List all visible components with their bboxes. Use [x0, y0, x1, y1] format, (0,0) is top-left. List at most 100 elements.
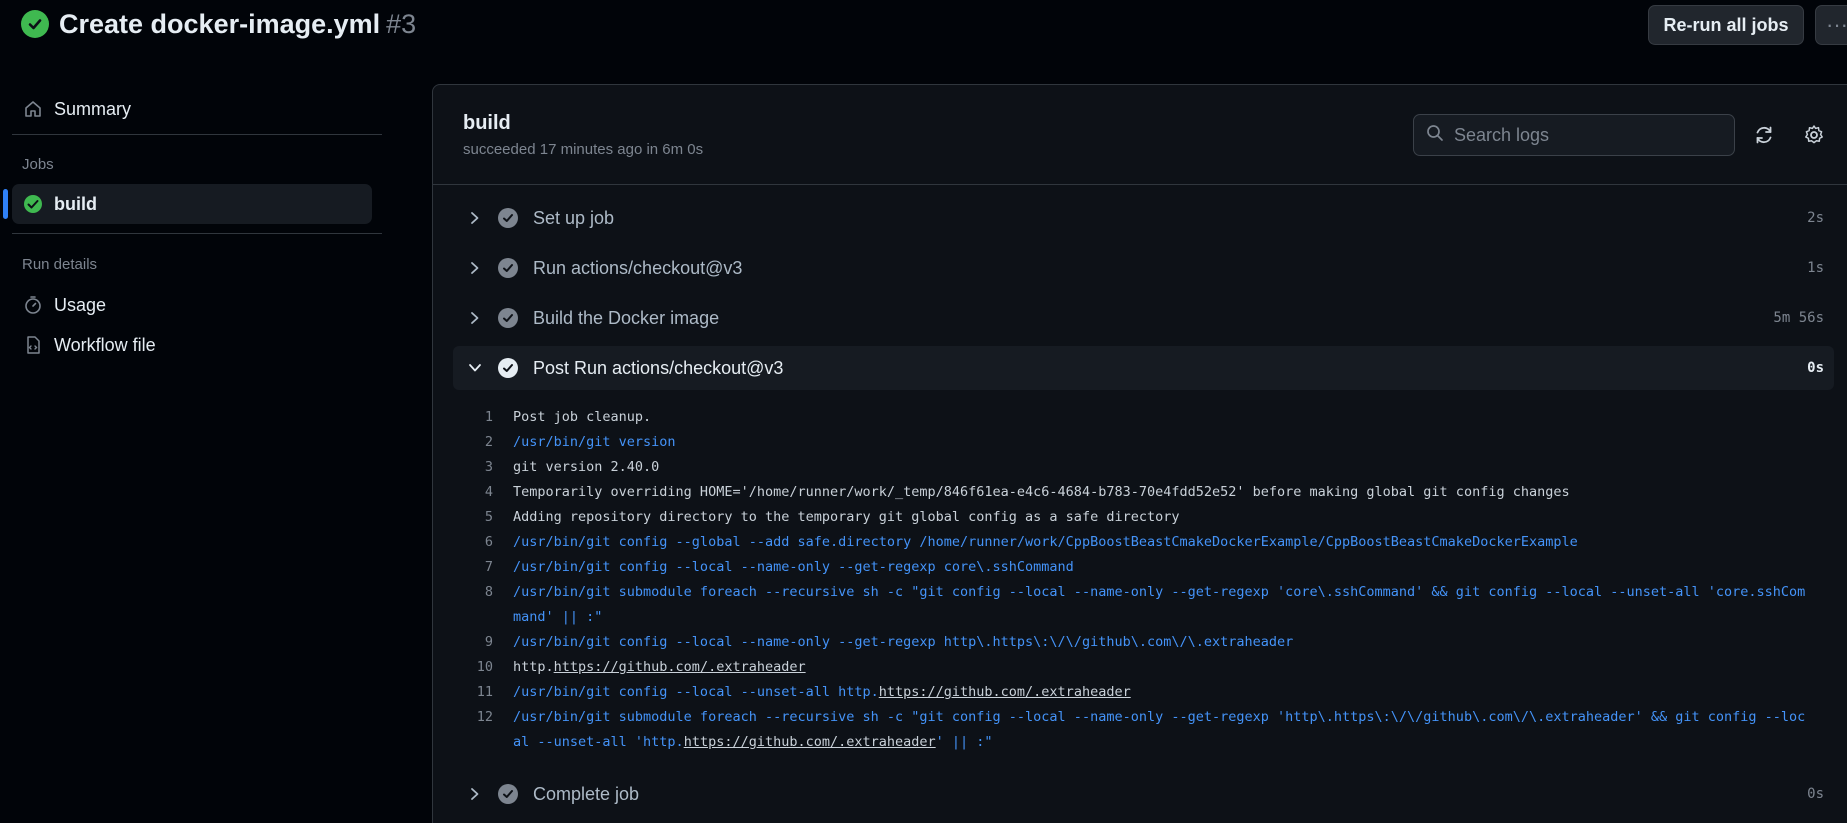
log-text: /usr/bin/git config --local --unset-all … — [513, 680, 1813, 705]
workflow-file-icon — [22, 334, 44, 356]
log-text-prefix: http. — [513, 659, 554, 675]
log-text: /usr/bin/git config --local --name-only … — [513, 559, 1074, 575]
chevron-right-icon — [465, 258, 485, 278]
log-link[interactable]: https://github.com/.extraheader — [684, 734, 936, 750]
log-text: /usr/bin/git submodule foreach --recursi… — [513, 584, 1806, 625]
jobs-heading: Jobs — [22, 156, 54, 173]
search-icon — [1426, 124, 1444, 147]
active-indicator — [3, 189, 8, 219]
step-duration: 0s — [1807, 786, 1824, 802]
log-text: Post job cleanup. — [513, 409, 652, 425]
run-details-heading: Run details — [22, 256, 98, 273]
line-number[interactable]: 3 — [453, 455, 513, 480]
step-row[interactable]: Set up job 2s — [453, 196, 1834, 240]
line-number[interactable]: 2 — [453, 430, 513, 455]
workflow-title: Create docker-image.yml — [59, 9, 381, 39]
step-name: Run actions/checkout@v3 — [533, 258, 743, 278]
log-link[interactable]: https://github.com/.extraheader — [554, 659, 806, 675]
log-text: Temporarily overriding HOME='/home/runne… — [513, 484, 1570, 500]
log-link[interactable]: https://github.com/.extraheader — [879, 684, 1131, 700]
rerun-all-jobs-button[interactable]: Re-run all jobs — [1648, 5, 1804, 45]
step-duration: 2s — [1807, 210, 1824, 226]
workflow-run-page: Create docker-image.yml #3 Re-run all job… — [0, 0, 1847, 823]
step-row[interactable]: Complete job 0s — [453, 772, 1834, 816]
log-text: Adding repository directory to the tempo… — [513, 509, 1180, 525]
step-success-icon — [498, 308, 518, 328]
log-output: 1 Post job cleanup. 2/usr/bin/git version… — [453, 405, 1834, 755]
log-line: 9/usr/bin/git config --local --name-only… — [453, 630, 1834, 655]
line-number[interactable]: 1 — [453, 405, 513, 430]
step-duration: 0s — [1807, 360, 1824, 376]
step-duration: 1s — [1807, 260, 1824, 276]
log-text: /usr/bin/git version — [513, 434, 676, 450]
sidebar-divider — [12, 134, 382, 135]
line-number[interactable]: 7 — [453, 555, 513, 580]
chevron-right-icon — [465, 208, 485, 228]
log-line: 10 http.https://github.com/.extraheader — [453, 655, 1834, 680]
log-line: 8/usr/bin/git submodule foreach --recurs… — [453, 580, 1834, 630]
run-number: #3 — [386, 9, 417, 39]
log-text: /usr/bin/git config --global --add safe.… — [513, 534, 1578, 550]
sidebar-item-usage[interactable]: Usage — [12, 285, 372, 325]
log-line: 4 Temporarily overriding HOME='/home/runn… — [453, 480, 1834, 505]
line-number[interactable]: 12 — [453, 705, 513, 755]
sidebar-item-workflow-file[interactable]: Workflow file — [12, 325, 372, 365]
gear-icon[interactable] — [1799, 120, 1829, 150]
job-title: build — [463, 112, 511, 134]
success-check-icon — [21, 10, 49, 38]
chevron-right-icon — [465, 308, 485, 328]
line-number[interactable]: 11 — [453, 680, 513, 705]
search-logs-input[interactable] — [1454, 124, 1714, 146]
step-success-icon — [498, 208, 518, 228]
sidebar-item-label: Summary — [54, 98, 132, 119]
log-text: http.https://github.com/.extraheader — [513, 655, 1813, 680]
log-line: 6/usr/bin/git config --global --add safe… — [453, 530, 1834, 555]
sidebar-item-summary[interactable]: Summary — [12, 89, 372, 129]
sidebar-item-label: Usage — [54, 294, 107, 315]
success-check-icon — [22, 193, 44, 215]
line-number[interactable]: 8 — [453, 580, 513, 630]
line-number[interactable]: 10 — [453, 655, 513, 680]
log-line: 2/usr/bin/git version — [453, 430, 1834, 455]
log-line: 1 Post job cleanup. — [453, 405, 1834, 430]
log-text: git version 2.40.0 — [513, 459, 660, 475]
step-success-icon — [498, 358, 518, 378]
home-icon — [22, 98, 44, 120]
run-header: Create docker-image.yml #3 Re-run all job… — [0, 0, 1847, 58]
line-number[interactable]: 5 — [453, 505, 513, 530]
step-success-icon — [498, 258, 518, 278]
panel-divider — [433, 184, 1847, 185]
line-number[interactable]: 4 — [453, 480, 513, 505]
sidebar-divider — [12, 233, 382, 234]
search-logs-box[interactable] — [1413, 114, 1735, 156]
log-text-suffix: ' || :" — [935, 734, 993, 750]
log-line: 12/usr/bin/git submodule foreach --recur… — [453, 705, 1834, 755]
chevron-down-icon — [465, 358, 485, 378]
sidebar-item-label: build — [54, 193, 97, 214]
sidebar-item-label: Workflow file — [54, 334, 156, 355]
step-name: Set up job — [533, 208, 615, 228]
step-row-expanded[interactable]: Post Run actions/checkout@v3 0s — [453, 346, 1834, 390]
stopwatch-icon — [22, 294, 44, 316]
step-name: Build the Docker image — [533, 308, 720, 328]
page-title: Create docker-image.yml #3 — [59, 9, 416, 40]
step-name: Complete job — [533, 784, 640, 804]
log-line: 3 git version 2.40.0 — [453, 455, 1834, 480]
more-options-button[interactable]: ··· — [1815, 5, 1847, 45]
sidebar-item-build[interactable]: build — [12, 184, 372, 224]
step-name: Post Run actions/checkout@v3 — [533, 358, 784, 378]
step-duration: 5m 56s — [1773, 310, 1824, 326]
log-line: 11/usr/bin/git config --local --unset-al… — [453, 680, 1834, 705]
line-number[interactable]: 6 — [453, 530, 513, 555]
step-row[interactable]: Build the Docker image 5m 56s — [453, 296, 1834, 340]
log-text: /usr/bin/git config --local --name-only … — [513, 634, 1294, 650]
log-text: /usr/bin/git submodule foreach --recursi… — [513, 705, 1813, 755]
step-row[interactable]: Run actions/checkout@v3 1s — [453, 246, 1834, 290]
job-status-text: succeeded 17 minutes ago in 6m 0s — [463, 141, 704, 158]
refresh-icon[interactable] — [1749, 120, 1779, 150]
log-text-prefix: /usr/bin/git config --local --unset-all … — [513, 684, 879, 700]
line-number[interactable]: 9 — [453, 630, 513, 655]
step-success-icon — [498, 784, 518, 804]
log-line: 5 Adding repository directory to the temp… — [453, 505, 1834, 530]
log-line: 7/usr/bin/git config --local --name-only… — [453, 555, 1834, 580]
